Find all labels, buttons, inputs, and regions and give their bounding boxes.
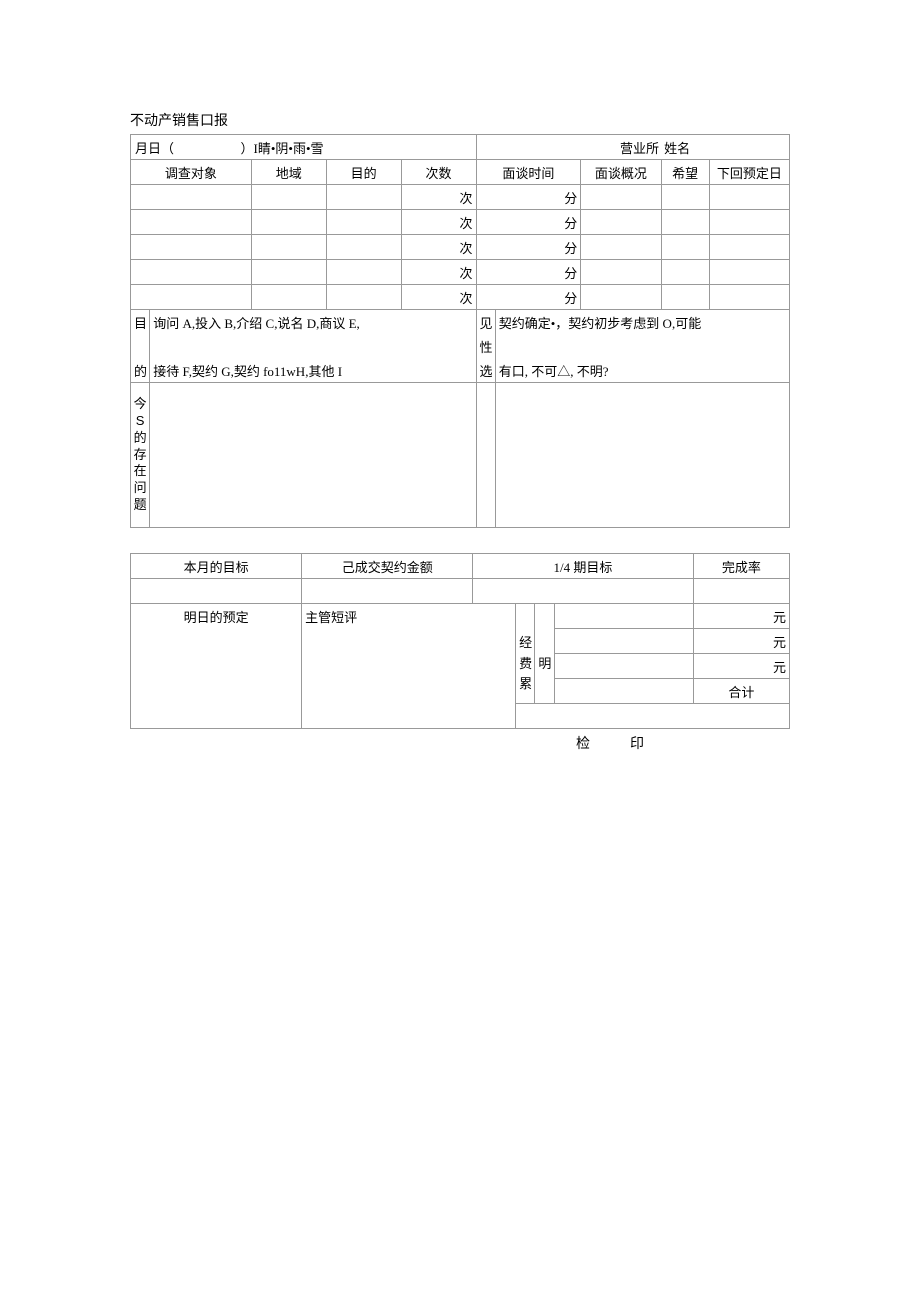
legend-di: 的 [131,358,150,383]
table-row: 次 分 [131,235,790,260]
col-month-target: 本月的目标 [131,554,302,579]
col-survey-target: 调查对象 [131,160,252,185]
yuan-3: 元 [693,654,789,679]
legend-mu: 目 [131,310,150,335]
summary-row [131,579,790,604]
legend-xing: 性 [476,334,495,358]
date-weather-cell: 月日（ ）I睛•阴•雨•雪 [131,135,477,160]
problem-area-2[interactable] [495,383,789,528]
expense-label: 经 费 累 [516,604,535,704]
col-purpose: 目的 [326,160,401,185]
legend-poss-1: 契约确定•，契约初步考虑到 O,可能 [495,310,789,335]
expense-row[interactable] [554,629,693,654]
legend-purpose-1: 询问 A,投入 B,介绍 C,说名 D,商议 E, [150,310,476,335]
check-seal: 检印 [576,733,684,753]
table-row: 次 分 [131,260,790,285]
table-row: 次 分 [131,210,790,235]
document-title: 不动产销售口报 [130,110,790,130]
problem-label: 今 S 的 存 在 问 题 [131,383,150,528]
legend-poss-2: 有口, 不可△, 不明? [495,358,789,383]
col-quarter-target: 1/4 期目标 [473,554,693,579]
table-row: 次 分 [131,185,790,210]
tomorrow-plan-area[interactable] [131,629,302,729]
table-row: 次 分 [131,285,790,310]
col-region: 地域 [251,160,326,185]
ming-label: 明 [535,604,554,704]
expense-row[interactable] [554,604,693,629]
legend-purpose-2: 接待 F,契约 G,契约 fo11wH,其他 I [150,358,476,383]
name-label: 姓名 [661,135,789,160]
legend-xuan: 选 [476,358,495,383]
summary-table: 本月的目标 己成交契约金额 1/4 期目标 完成率 明日的预定 主管短评 经 费… [130,553,790,729]
col-interview-summary: 面谈概况 [581,160,661,185]
legend-jian: 见 [476,310,495,335]
yuan-1: 元 [693,604,789,629]
expense-row[interactable] [554,654,693,679]
expense-total-row[interactable] [516,704,790,729]
tomorrow-plan-label: 明日的预定 [131,604,302,629]
office-label: 营业所 [476,135,661,160]
main-table: 月日（ ）I睛•阴•雨•雪 营业所 姓名 调查对象 地域 目的 次数 面谈时间 … [130,134,790,528]
col-interview-time: 面谈时间 [476,160,581,185]
col-complete-rate: 完成率 [693,554,789,579]
total-label: 合计 [693,679,789,704]
supervisor-comment-area[interactable] [302,629,516,729]
expense-row[interactable] [554,679,693,704]
supervisor-comment-label: 主管短评 [302,604,516,629]
yuan-2: 元 [693,629,789,654]
col-next-date: 下回预定日 [709,160,789,185]
problem-area-1[interactable] [150,383,476,528]
col-hope: 希望 [661,160,709,185]
col-contract-amount: 己成交契约金额 [302,554,473,579]
col-count: 次数 [401,160,476,185]
